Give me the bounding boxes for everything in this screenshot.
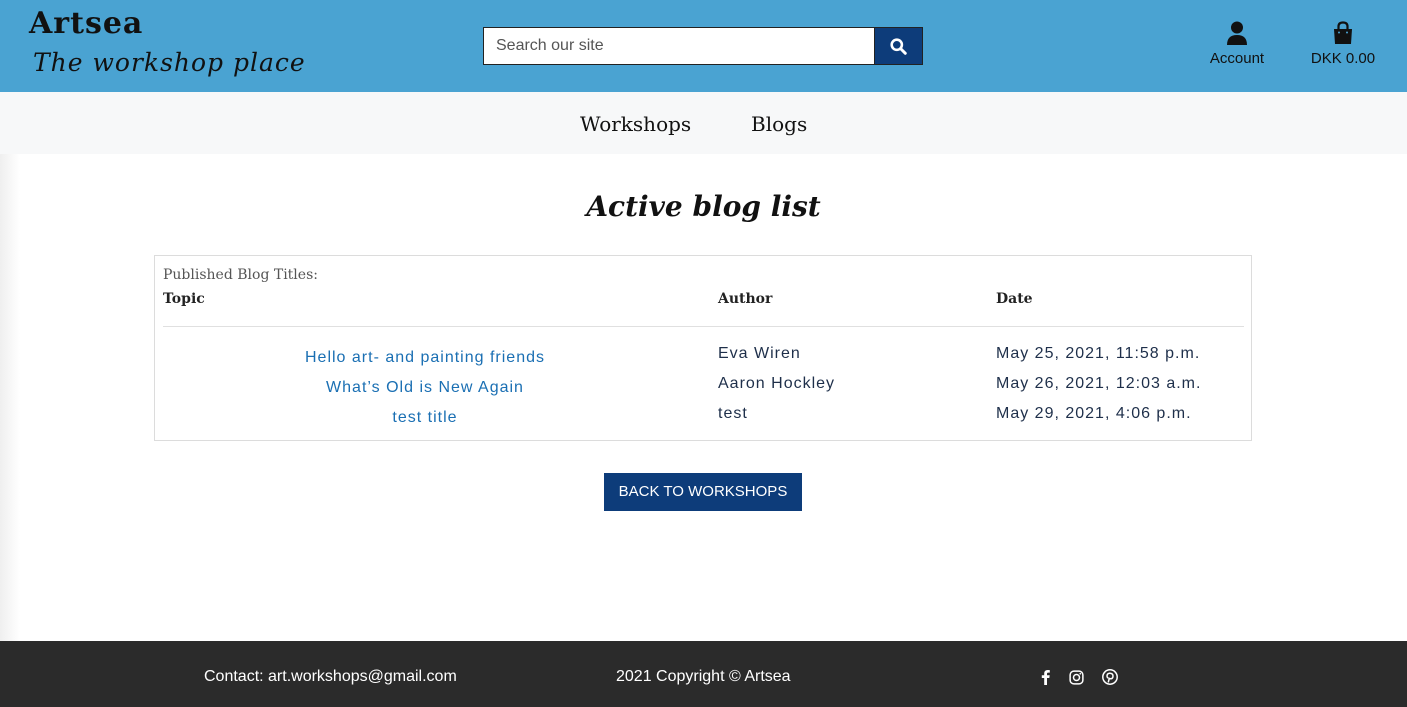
blog-date: May 26, 2021, 12:03 a.m. xyxy=(996,375,1202,392)
search-icon xyxy=(890,37,907,55)
search-button[interactable] xyxy=(874,27,923,65)
instagram-link[interactable] xyxy=(1066,668,1086,686)
column-header-author: Author xyxy=(718,291,773,307)
pinterest-link[interactable] xyxy=(1100,668,1120,686)
blog-topic-link[interactable]: What’s Old is New Again xyxy=(163,379,687,397)
column-header-topic: Topic xyxy=(163,291,205,307)
pinterest-icon xyxy=(1102,669,1118,685)
main-nav: Workshops Blogs xyxy=(0,92,1407,154)
blog-date: May 29, 2021, 4:06 p.m. xyxy=(996,405,1192,422)
back-to-workshops-button[interactable]: BACK TO WORKSHOPS xyxy=(604,473,802,511)
bag-total: DKK 0.00 xyxy=(1310,50,1376,67)
page-title: Active blog list xyxy=(586,190,821,223)
facebook-icon xyxy=(1041,670,1050,685)
nav-item-workshops[interactable]: Workshops xyxy=(580,112,691,136)
blog-author: Aaron Hockley xyxy=(718,375,836,392)
search-input[interactable] xyxy=(483,27,874,65)
blog-date: May 25, 2021, 11:58 p.m. xyxy=(996,345,1201,362)
column-header-date: Date xyxy=(996,291,1033,307)
footer-copyright: 2021 Copyright © Artsea xyxy=(616,668,791,685)
left-edge-shadow xyxy=(0,154,20,641)
footer-contact: Contact: art.workshops@gmail.com xyxy=(204,668,457,685)
blog-author: test xyxy=(718,405,748,422)
account-link[interactable]: Account xyxy=(1202,20,1272,67)
brand-tagline: The workshop place xyxy=(33,48,306,77)
shopping-bag-icon xyxy=(1334,21,1352,44)
header-divider xyxy=(163,326,1244,327)
account-label: Account xyxy=(1209,50,1265,67)
blog-topic-link[interactable]: Hello art- and painting friends xyxy=(163,349,687,367)
user-icon xyxy=(1227,21,1247,45)
blog-author: Eva Wiren xyxy=(718,345,801,362)
site-footer: Contact: art.workshops@gmail.com 2021 Co… xyxy=(0,641,1407,707)
blog-list-card: Published Blog Titles: Topic Author Date… xyxy=(154,255,1252,441)
nav-item-blogs[interactable]: Blogs xyxy=(751,112,807,136)
site-header: Artsea The workshop place Account DKK 0.… xyxy=(0,0,1407,92)
facebook-link[interactable] xyxy=(1035,668,1055,686)
blog-topic-link[interactable]: test title xyxy=(163,409,687,427)
shopping-bag-link[interactable]: DKK 0.00 xyxy=(1303,20,1383,67)
brand-logo-name[interactable]: Artsea xyxy=(29,6,143,41)
table-caption: Published Blog Titles: xyxy=(163,267,318,283)
search-form xyxy=(483,27,923,65)
instagram-icon xyxy=(1068,669,1084,685)
